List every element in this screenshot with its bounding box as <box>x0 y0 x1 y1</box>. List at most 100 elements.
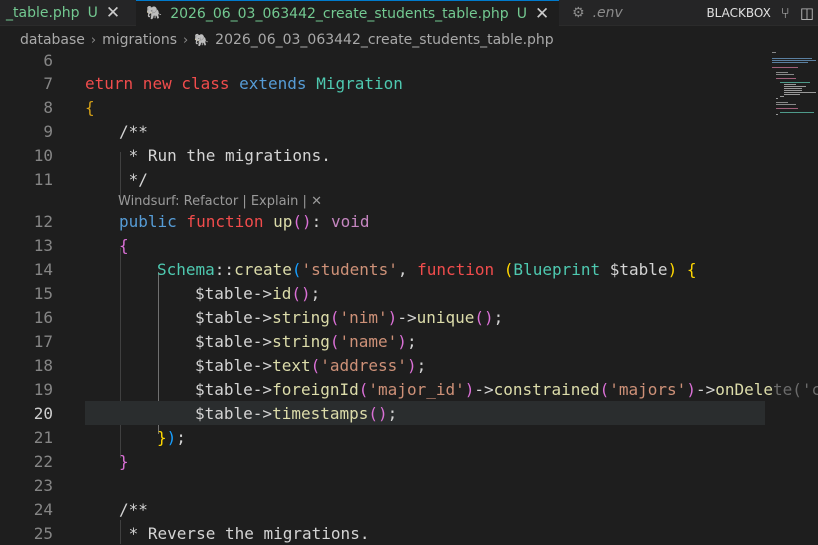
code-line: 25 * Reverse the migrations. <box>0 521 818 545</box>
code-text: $table->text('address'); <box>195 355 427 375</box>
code-text: /** <box>119 499 148 519</box>
code-text: $table->string('name'); <box>195 331 417 351</box>
line-number: 24 <box>33 499 53 519</box>
minimap-line <box>784 86 806 87</box>
code-text: { <box>119 235 129 255</box>
code-text: $table->foreignId('major_id')->constrain… <box>195 379 818 399</box>
untracked-badge: U <box>516 5 527 22</box>
line-number: 22 <box>33 451 53 471</box>
code-line-current: 20 $table->timestamps(); <box>0 401 818 425</box>
code-text: { <box>85 97 95 117</box>
minimap-line <box>772 52 776 53</box>
minimap-line <box>784 84 796 85</box>
line-number: 10 <box>33 145 53 165</box>
code-text: public function up(): void <box>119 211 370 231</box>
code-line: 11 */ <box>0 167 818 191</box>
code-text: * Run the migrations. <box>119 145 331 165</box>
breadcrumb-item-migrations[interactable]: migrations <box>102 32 177 48</box>
tab-label: 2026_06_03_063442_create_students_table.… <box>170 5 509 22</box>
code-line: 24 /** <box>0 497 818 521</box>
line-number: 23 <box>33 475 53 495</box>
minimap-line <box>780 96 784 97</box>
minimap-line <box>772 62 808 63</box>
line-number: 8 <box>43 97 53 117</box>
line-number: 16 <box>33 307 53 327</box>
title-actions: BLACKBOX ⑂ ◫ <box>706 0 814 26</box>
tab-label: _table.php <box>6 5 80 21</box>
line-number: 9 <box>43 121 53 141</box>
code-text: }); <box>157 427 186 447</box>
tab-env[interactable]: ⚙ .env <box>572 0 623 26</box>
code-line: 13 { <box>0 233 818 257</box>
minimap-line <box>784 90 802 91</box>
close-icon[interactable]: ✕ <box>535 4 549 24</box>
code-line: 17 $table->string('name'); <box>0 329 818 353</box>
minimap-line <box>776 102 788 103</box>
split-editor-icon[interactable]: ◫ <box>800 4 814 22</box>
minimap-line <box>776 78 796 79</box>
gear-icon: ⚙ <box>572 5 585 21</box>
minimap-line <box>784 94 800 95</box>
minimap-line <box>772 58 812 59</box>
tab-label: .env <box>592 5 623 21</box>
breadcrumb-item-file[interactable]: 2026_06_03_063442_create_students_table.… <box>215 32 554 48</box>
php-elephant-icon: 🐘 <box>146 6 163 21</box>
code-text: */ <box>119 169 148 189</box>
line-number: 6 <box>43 50 53 70</box>
minimap-line <box>772 60 816 61</box>
code-text: * Reverse the migrations. <box>119 523 370 543</box>
code-line: 14 Schema::create('students', function (… <box>0 257 818 281</box>
compare-changes-icon[interactable]: ⑂ <box>781 4 790 22</box>
code-line: 6 <box>0 48 818 72</box>
minimap-line <box>776 74 794 75</box>
minimap-line <box>780 112 814 113</box>
code-text: /** <box>119 121 148 141</box>
current-line-highlight <box>85 401 765 425</box>
code-text: Schema::create('students', function (Blu… <box>157 259 697 279</box>
code-line: 22 } <box>0 449 818 473</box>
code-line: 15 $table->id(); <box>0 281 818 305</box>
tab-table-php[interactable]: _table.php U ✕ <box>6 0 120 26</box>
line-number: 20 <box>33 403 53 423</box>
minimap-line <box>776 72 788 73</box>
code-text: $table->string('nim')->unique(); <box>195 307 504 327</box>
code-line: 9 /** <box>0 119 818 143</box>
minimap-line <box>776 108 798 109</box>
line-number: 19 <box>33 379 53 399</box>
minimap-line <box>776 114 778 115</box>
code-line: 23 <box>0 473 818 497</box>
code-text: $table->timestamps(); <box>195 403 398 423</box>
minimap-line <box>776 104 796 105</box>
code-line: 7 eturn new class extends Migration <box>0 71 818 95</box>
close-icon[interactable]: ✕ <box>106 3 120 23</box>
line-number: 13 <box>33 235 53 255</box>
code-line: 19 $table->foreignId('major_id')->constr… <box>0 377 818 401</box>
line-number: 14 <box>33 259 53 279</box>
line-number: 21 <box>33 427 53 447</box>
minimap[interactable] <box>770 50 818 130</box>
line-number: 18 <box>33 355 53 375</box>
code-text: eturn new class extends Migration <box>85 73 403 93</box>
code-line: 10 * Run the migrations. <box>0 143 818 167</box>
untracked-badge: U <box>87 5 98 21</box>
minimap-line <box>780 82 810 83</box>
chevron-right-icon: › <box>90 32 97 48</box>
blackbox-label[interactable]: BLACKBOX <box>706 6 770 20</box>
line-number: 7 <box>43 73 53 93</box>
line-number: 15 <box>33 283 53 303</box>
line-number: 12 <box>33 211 53 231</box>
minimap-line <box>784 92 816 93</box>
line-number: 11 <box>33 169 53 189</box>
line-number: 17 <box>33 331 53 351</box>
minimap-line <box>784 88 802 89</box>
code-line: 16 $table->string('nim')->unique(); <box>0 305 818 329</box>
codelens-actions[interactable]: Windsurf: Refactor | Explain | ✕ <box>118 194 322 209</box>
chevron-right-icon: › <box>183 32 189 48</box>
code-text: $table->id(); <box>195 283 321 303</box>
tab-create-students-table[interactable]: 🐘 2026_06_03_063442_create_students_tabl… <box>136 0 560 26</box>
code-editor[interactable]: 6 7 eturn new class extends Migration 8 … <box>0 48 818 544</box>
code-line: 8 { <box>0 95 818 119</box>
codelens[interactable]: Windsurf: Refactor | Explain | ✕ <box>118 191 322 211</box>
code-line: 18 $table->text('address'); <box>0 353 818 377</box>
breadcrumb-item-database[interactable]: database <box>20 32 85 48</box>
